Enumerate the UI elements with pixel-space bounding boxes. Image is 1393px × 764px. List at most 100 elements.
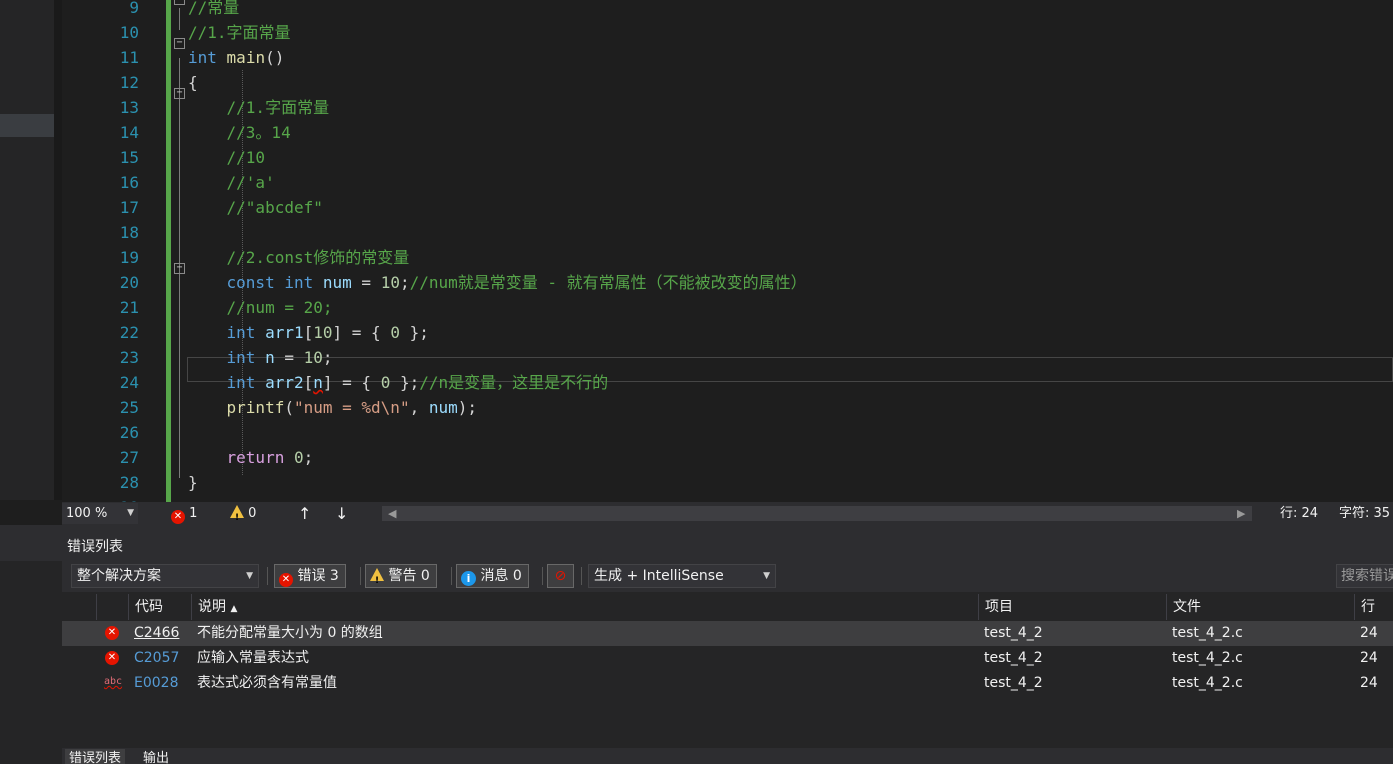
code-text: //常量 <box>188 0 239 20</box>
code-line[interactable]: 26 <box>62 420 1393 445</box>
code-text: int main() <box>188 45 284 70</box>
search-errors-input[interactable]: 搜索错误 <box>1336 564 1393 588</box>
error-line: 24 <box>1360 675 1378 691</box>
code-token: 0 <box>293 448 304 467</box>
code-token: }; <box>390 373 420 392</box>
error-code-link[interactable]: C2466 <box>134 625 179 641</box>
code-line[interactable]: 11 int main() <box>62 45 1393 70</box>
column-header-icon[interactable] <box>96 594 131 620</box>
error-count: 1 <box>189 506 198 521</box>
tab-error-list[interactable]: 错误列表 <box>65 749 126 764</box>
column-header-project[interactable]: 项目 <box>978 594 1167 620</box>
code-text: //"abcdef" <box>188 195 323 220</box>
scroll-left-icon[interactable]: ◀ <box>388 502 396 525</box>
error-row[interactable]: ✕ C2057 应输入常量表达式 test_4_2 test_4_2.c 24 <box>62 646 1393 671</box>
code-text: int n = 10; <box>188 345 333 370</box>
line-number: 13 <box>119 98 139 117</box>
code-line[interactable]: 19 //2.const修饰的常变量 <box>62 245 1393 270</box>
errors-filter-button[interactable]: ✕ 错误 3 <box>274 564 346 588</box>
code-token: ); <box>457 398 478 417</box>
code-token: () <box>265 48 285 67</box>
code-text: printf("num = %d\n", num); <box>188 395 477 420</box>
error-file: test_4_2.c <box>1172 650 1243 666</box>
code-token: [ <box>303 323 314 342</box>
tab-output[interactable]: 输出 <box>139 749 173 764</box>
code-token: %d <box>361 398 381 417</box>
code-line[interactable]: 10 //1.字面常量 <box>62 20 1393 45</box>
column-header-code[interactable]: 代码 <box>128 594 191 620</box>
warnings-filter-button[interactable]: ! 警告 0 <box>365 564 437 588</box>
code-line[interactable]: 15 //10 <box>62 145 1393 170</box>
code-token: //2.const修饰的常变量 <box>188 248 410 267</box>
code-line[interactable]: 25 printf("num = %d\n", num); <box>62 395 1393 420</box>
scope-dropdown[interactable]: 整个解决方案 ▼ <box>71 564 259 588</box>
code-line[interactable]: 21 //num = 20; <box>62 295 1393 320</box>
code-line[interactable]: 16 //'a' <box>62 170 1393 195</box>
code-line[interactable]: 27 return 0; <box>62 445 1393 470</box>
code-token: int <box>284 273 314 292</box>
filter-button[interactable]: ⊘ <box>547 564 574 588</box>
code-token: //1.字面常量 <box>188 23 291 42</box>
code-token: num <box>428 398 458 417</box>
code-line[interactable]: 22 int arr1[10] = { 0 }; <box>62 320 1393 345</box>
error-code[interactable]: C2466 <box>128 621 179 646</box>
code-line[interactable]: 18 <box>62 220 1393 245</box>
code-line[interactable]: 9 //常量 <box>62 0 1393 20</box>
code-token: //10 <box>188 148 266 167</box>
line-position: 行: 24 <box>1280 506 1319 521</box>
code-text: //1.字面常量 <box>188 95 330 120</box>
code-token: 10 <box>303 348 323 367</box>
code-token: }; <box>399 323 429 342</box>
code-line[interactable]: 28} <box>62 470 1393 495</box>
splitter[interactable] <box>54 0 62 500</box>
column-header-file[interactable]: 文件 <box>1166 594 1355 620</box>
code-token: int <box>226 323 256 342</box>
code-line[interactable]: 23 int n = 10; <box>62 345 1393 370</box>
line-number: 17 <box>119 198 139 217</box>
filter-icon: ⊘ <box>554 568 567 584</box>
solution-explorer-selected-item[interactable] <box>0 114 54 137</box>
error-count-indicator[interactable]: ✕ 1 <box>171 502 197 525</box>
code-line[interactable]: 13 //1.字面常量 <box>62 95 1393 120</box>
code-token: n <box>265 348 275 367</box>
code-line[interactable]: 12 { <box>62 70 1393 95</box>
code-line[interactable]: 20 const int num = 10;//num就是常变量 - 就有常属性… <box>62 270 1393 295</box>
error-code[interactable]: E0028 <box>128 671 178 696</box>
panel-divider[interactable] <box>0 525 1393 533</box>
warning-icon: ! <box>230 505 244 523</box>
errors-filter-label: 错误 3 <box>297 568 339 584</box>
messages-filter-button[interactable]: i 消息 0 <box>456 564 529 588</box>
code-editor[interactable]: − − − − 9//常量10//1.字面常量11int main()12{13… <box>62 0 1393 502</box>
line-number: 29 <box>62 495 139 502</box>
code-line[interactable]: 14 //3。14 <box>62 120 1393 145</box>
code-token: arr1 <box>265 323 304 342</box>
code-token: ] = { <box>332 323 391 342</box>
code-line[interactable]: 24 int arr2[n] = { 0 };//n是变量，这里是不行的 <box>62 370 1393 395</box>
scroll-right-icon[interactable]: ▶ <box>1237 502 1245 525</box>
code-token: int <box>188 48 217 67</box>
code-token: n <box>313 373 323 392</box>
previous-issue-arrow-icon[interactable]: ↑ <box>298 502 311 525</box>
warning-count-indicator[interactable]: ! 0 <box>230 502 256 525</box>
code-line[interactable]: 17 //"abcdef" <box>62 195 1393 220</box>
error-code[interactable]: C2057 <box>128 646 179 671</box>
code-line[interactable]: 29 <box>62 495 1393 502</box>
error-row[interactable]: ✕ C2466 不能分配常量大小为 0 的数组 test_4_2 test_4_2.c 2… <box>62 621 1393 646</box>
error-code-link[interactable]: C2057 <box>134 650 179 666</box>
line-number: 11 <box>119 48 139 67</box>
code-text: int arr1[10] = { 0 }; <box>188 320 429 345</box>
error-code-link[interactable]: E0028 <box>134 675 178 691</box>
build-filter-dropdown[interactable]: 生成 + IntelliSense ▼ <box>588 564 776 588</box>
column-header-description[interactable]: 说明 ▲ <box>191 594 979 620</box>
horizontal-scrollbar[interactable] <box>382 506 1252 521</box>
solution-explorer-strip <box>0 0 54 500</box>
code-token: 0 <box>380 373 391 392</box>
error-description: 表达式必须含有常量值 <box>197 675 337 691</box>
line-number: 14 <box>119 123 139 142</box>
next-issue-arrow-icon[interactable]: ↓ <box>335 502 348 525</box>
error-row[interactable]: abc E0028 表达式必须含有常量值 test_4_2 test_4_2.c 24 <box>62 671 1393 696</box>
column-header-line[interactable]: 行 <box>1354 594 1393 620</box>
code-token: , <box>409 398 429 417</box>
zoom-dropdown[interactable]: 100 % ▼ <box>62 503 138 524</box>
